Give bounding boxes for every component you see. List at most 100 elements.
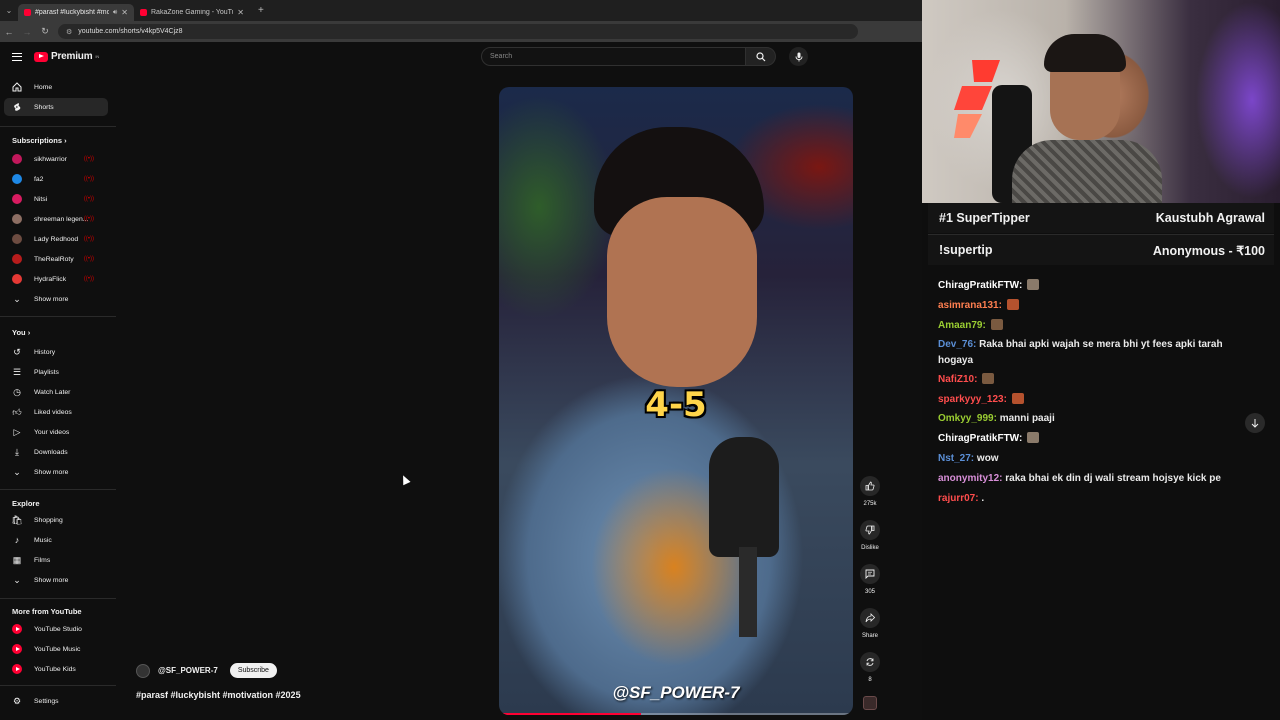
share-button[interactable]: Share [857, 608, 883, 639]
channel-info: @SF_POWER-7 Subscribe [136, 663, 277, 678]
sidebar-item-label: YouTube Kids [34, 665, 76, 673]
youtube-studio-icon [12, 624, 22, 634]
sidebar-item-subscription[interactable]: Nitsi ((•)) [4, 190, 108, 208]
chevron-down-icon: ⌄ [13, 466, 21, 477]
dislike-button[interactable]: Dislike [857, 520, 883, 551]
audio-track-button[interactable] [857, 696, 883, 710]
show-more-subscriptions[interactable]: ⌄ Show more [4, 290, 108, 308]
youtube-music-icon [12, 644, 22, 654]
chat-emote-icon [1027, 432, 1040, 443]
sidebar-item-history[interactable]: ↺ History [4, 343, 108, 361]
forward-icon[interactable]: → [18, 27, 36, 37]
sidebar-item-settings[interactable]: ⚙︎ Settings [4, 692, 108, 710]
avatar [12, 274, 22, 284]
close-tab-icon[interactable]: ✕ [237, 8, 244, 17]
site-info-icon[interactable]: ⚙︎ [66, 28, 72, 36]
sidebar-item-liked-videos[interactable]: 👍︎ Liked videos [4, 403, 108, 421]
sidebar-item-subscription[interactable]: HydraFlick ((•)) [4, 270, 108, 288]
voice-search-button[interactable] [789, 47, 808, 66]
show-more-explore[interactable]: ⌄ Show more [4, 571, 108, 589]
sidebar-item-shopping[interactable]: 🛍︎ Shopping [4, 511, 108, 529]
video-progress-bar[interactable] [499, 713, 853, 715]
like-button[interactable]: 275k [857, 476, 883, 507]
avatar [12, 214, 22, 224]
chat-message: asimrana131: [938, 298, 1258, 314]
tab-shorts[interactable]: #parasf #luckybisht #motivation 🔊︎ ✕ [18, 4, 134, 21]
chat-username: NafiZ10: [938, 374, 978, 385]
avatar [12, 234, 22, 244]
sidebar-item-watch-later[interactable]: ◷ Watch Later [4, 383, 108, 401]
subscribe-button[interactable]: Subscribe [229, 663, 277, 678]
sidebar-item-shorts[interactable]: Shorts [4, 98, 108, 116]
back-icon[interactable]: ← [0, 27, 18, 37]
youtube-kids-icon [12, 664, 22, 674]
comments-button[interactable]: 305 [857, 564, 883, 595]
show-more-you[interactable]: ⌄ Show more [4, 463, 108, 481]
divider [0, 685, 116, 686]
sidebar-item-films[interactable]: ▦ Films [4, 551, 108, 569]
reload-icon[interactable]: ↻ [36, 26, 54, 37]
speaker-icon[interactable]: 🔊︎ [113, 9, 117, 17]
sidebar-item-subscription[interactable]: Lady Redhood ((•)) [4, 230, 108, 248]
scroll-to-bottom-button[interactable] [1245, 413, 1265, 433]
tab-rakazone[interactable]: RakaZone Gaming - YouTube ✕ [134, 4, 250, 21]
sidebar-item-subscription[interactable]: TheRealRoty ((•)) [4, 250, 108, 268]
channel-avatar[interactable] [136, 663, 150, 678]
search-button[interactable] [746, 47, 776, 66]
chevron-right-icon: › [27, 328, 31, 337]
sidebar-item-subscription[interactable]: shreeman legen... ((•)) [4, 210, 108, 228]
sidebar-item-label: shreeman legen... [34, 215, 89, 223]
browser-tab-bar: ⌄ #parasf #luckybisht #motivation 🔊︎ ✕ R… [0, 0, 922, 21]
tab-search-icon[interactable]: ⌄ [0, 6, 18, 15]
sidebar-item-downloads[interactable]: ⤓ Downloads [4, 443, 108, 461]
video-description[interactable]: #parasf #luckybisht #motivation #2025 [136, 690, 301, 700]
sidebar-item-subscription[interactable]: fa2 ((•)) [4, 170, 108, 188]
avatar [12, 194, 22, 204]
banner-right-text: Kaustubh Agrawal [1155, 211, 1265, 225]
supertipper-banner: #1 SuperTipper Kaustubh Agrawal [928, 203, 1274, 233]
live-indicator-icon: ((•)) [83, 236, 94, 242]
thumbs-down-icon [865, 525, 875, 535]
chat-message: ChiragPratikFTW: [938, 431, 1258, 447]
menu-icon[interactable] [12, 52, 22, 61]
sidebar-item-label: Music [34, 536, 52, 544]
chevron-right-icon: › [64, 136, 67, 145]
share-label: Share [861, 633, 878, 639]
url-field[interactable]: ⚙︎ youtube.com/shorts/v4kp5V4Cjz8 [58, 24, 858, 39]
sidebar-item-label: Downloads [34, 448, 68, 456]
sidebar-item-playlists[interactable]: ☰ Playlists [4, 363, 108, 381]
short-video-player[interactable]: 4-5 @SF_POWER-7 [499, 87, 853, 715]
sidebar-item-youtube-music[interactable]: YouTube Music [4, 640, 108, 658]
comment-count: 305 [864, 589, 875, 595]
films-icon: ▦ [12, 554, 22, 565]
search-input[interactable]: Search [481, 47, 746, 66]
sidebar-item-subscription[interactable]: sikhwarrior ((•)) [4, 150, 108, 168]
live-indicator-icon: ((•)) [83, 216, 94, 222]
sidebar-item-youtube-kids[interactable]: YouTube Kids [4, 660, 108, 678]
subscriptions-heading[interactable]: Subscriptions › [12, 136, 67, 145]
youtube-premium-logo[interactable]: Premium IN [34, 51, 99, 62]
sidebar-item-music[interactable]: ♪ Music [4, 531, 108, 549]
sidebar-item-your-videos[interactable]: ▷ Your videos [4, 423, 108, 441]
sidebar-item-home[interactable]: Home [4, 78, 108, 96]
sidebar-item-label: Shorts [34, 103, 54, 111]
channel-name[interactable]: @SF_POWER-7 [158, 666, 218, 675]
new-tab-icon[interactable]: + [258, 5, 264, 16]
shorts-icon [12, 102, 22, 112]
live-indicator-icon: ((•)) [83, 276, 94, 282]
chat-username: ChiragPratikFTW: [938, 280, 1023, 291]
microphone-icon [795, 52, 802, 61]
streamer-webcam [922, 0, 1280, 203]
tab-title: RakaZone Gaming - YouTube [151, 9, 233, 16]
banner-left-text: !supertip [939, 243, 993, 257]
you-heading[interactable]: You › [12, 328, 30, 337]
sidebar-item-youtube-studio[interactable]: YouTube Studio [4, 620, 108, 638]
your-videos-icon: ▷ [13, 426, 21, 437]
remix-button[interactable]: 8 [857, 652, 883, 683]
youtube-logo-icon [34, 51, 48, 62]
progress-fill [499, 713, 641, 715]
music-icon: ♪ [14, 535, 20, 545]
chat-message: rajurr07: . [938, 491, 1258, 507]
logo-text: Premium [51, 51, 93, 62]
close-tab-icon[interactable]: ✕ [121, 8, 128, 17]
